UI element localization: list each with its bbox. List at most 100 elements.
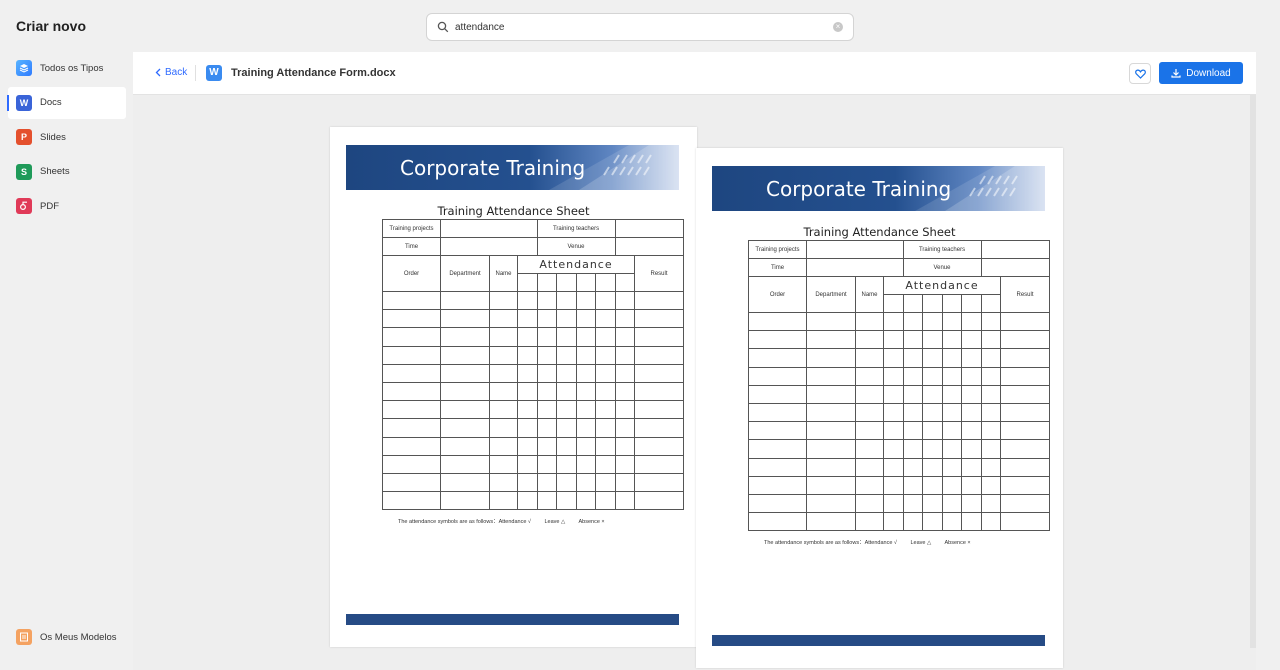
table-cell [748,421,807,441]
table-cell [902,330,924,350]
table-row [382,400,685,420]
table-row [748,475,1051,495]
sidebar-item-label: Sheets [40,166,70,177]
table-row [382,418,685,438]
download-icon [1171,69,1181,78]
clear-icon[interactable]: × [833,22,843,32]
table-cell [575,309,597,329]
table-cell [575,363,597,383]
table-cell [382,491,441,511]
time-label: Time [382,237,441,256]
table-cell [1000,475,1051,495]
table-cell [440,327,490,347]
sidebar-item-my-templates[interactable]: Os Meus Modelos [8,621,126,653]
table-cell [634,491,685,511]
table-cell [1000,493,1051,514]
table-cell [536,400,558,420]
table-cell [941,384,963,404]
table-cell [902,384,924,404]
sidebar-item-docs[interactable]: W Docs [7,86,126,119]
table-cell [941,311,963,332]
sidebar-item-sheets[interactable]: S Sheets [8,156,126,188]
table-cell [855,475,884,495]
attendance-slot [595,273,616,292]
back-label: Back [165,67,188,78]
table-cell [634,290,685,311]
table-cell [902,311,924,332]
scrollbar[interactable] [1250,95,1256,648]
table-cell [980,384,1002,404]
table-cell [595,363,616,383]
table-cell [902,421,924,441]
attendance-slot [883,294,904,313]
table-cell [536,472,558,493]
sidebar: Todos os Tipos W Docs P Slides S Sheets … [7,52,126,225]
search-input[interactable] [455,21,833,33]
back-button[interactable]: Back [155,67,187,78]
table-cell [536,436,558,456]
table-cell [517,472,538,493]
table-cell [748,512,807,532]
table-cell [806,384,856,404]
table-cell [748,457,807,477]
table-cell [806,348,856,368]
table-cell [517,454,538,474]
table-cell [634,327,685,347]
table-cell [748,475,807,495]
training-teachers-cell [614,219,685,238]
table-cell [855,421,884,441]
table-cell [941,493,963,514]
table-cell [575,436,597,456]
table-cell [440,345,490,365]
legend-leave: Leave △ [544,519,566,525]
sidebar-item-slides[interactable]: P Slides [8,121,126,153]
table-cell [382,345,441,365]
table-row [748,493,1051,514]
banner: Corporate Training [712,166,1045,211]
table-cell [595,381,616,402]
table-cell [614,309,636,329]
search-bar[interactable]: × [426,13,854,41]
table-cell [941,348,963,368]
table-row [382,491,685,511]
table-row [382,381,685,402]
banner-title: Corporate Training [400,156,586,180]
table-cell [980,402,1002,423]
attendance-legend: The attendance symbols are as follows：At… [764,538,983,546]
table-row [748,512,1051,532]
table-cell [517,381,538,402]
table-cell [980,475,1002,495]
table-cell [902,475,924,495]
table-cell [883,311,904,332]
table-row [748,384,1051,404]
table-cell [922,384,943,404]
table-cell [489,436,518,456]
table-cell [614,491,636,511]
table-cell [961,512,982,532]
sidebar-item-pdf[interactable]: PDF [8,190,126,222]
favorite-button[interactable] [1129,63,1151,84]
legend-intro: The attendance symbols are as follows：At… [764,540,897,546]
table-cell [517,491,538,511]
table-cell [595,309,616,329]
table-cell [536,454,558,474]
table-cell [922,348,943,368]
table-cell [980,439,1002,459]
table-cell [902,439,924,459]
banner: Corporate Training [346,145,679,190]
table-cell [382,381,441,402]
table-cell [440,491,490,511]
table-cell [556,345,577,365]
table-cell [595,472,616,493]
table-cell [595,400,616,420]
table-cell [517,400,538,420]
table-cell [922,439,943,459]
table-cell [614,472,636,493]
table-cell [922,512,943,532]
sidebar-item-all-types[interactable]: Todos os Tipos [8,52,126,84]
table-cell [902,402,924,423]
table-cell [961,457,982,477]
download-button[interactable]: Download [1159,62,1243,84]
table-cell [595,418,616,438]
table-row [382,290,685,311]
